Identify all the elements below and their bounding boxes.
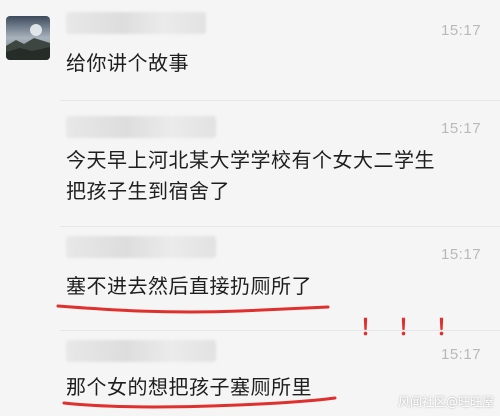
- message-text-line-2: 把孩子生到宿舍了: [66, 179, 230, 203]
- message-timestamp: 15:17: [441, 346, 482, 363]
- message-text: 塞不进去然后直接扔厕所了: [66, 274, 312, 298]
- message-timestamp: 15:17: [441, 120, 482, 137]
- message-divider: [60, 330, 500, 331]
- message-divider: [60, 226, 500, 227]
- sender-name-blurred: [66, 236, 216, 258]
- message-text: 那个女的想把孩子塞厕所里: [66, 375, 312, 399]
- message-timestamp: 15:17: [441, 22, 482, 39]
- message-timestamp: 15:17: [441, 246, 482, 263]
- avatar-landscape-image: [6, 16, 50, 60]
- sender-name-blurred: [66, 116, 216, 138]
- exclamation-marks-annotation: ！！！: [360, 316, 475, 341]
- message-text-line-1: 今天早上河北某大学学校有个女大二学生: [66, 148, 435, 172]
- message-text: 给你讲个故事: [66, 51, 189, 75]
- sender-name-blurred: [66, 340, 216, 362]
- watermark: 风闻社区@旺旺屋: [397, 395, 494, 409]
- avatar[interactable]: [6, 16, 50, 60]
- sender-name-blurred: [66, 12, 206, 34]
- message-divider: [60, 100, 500, 101]
